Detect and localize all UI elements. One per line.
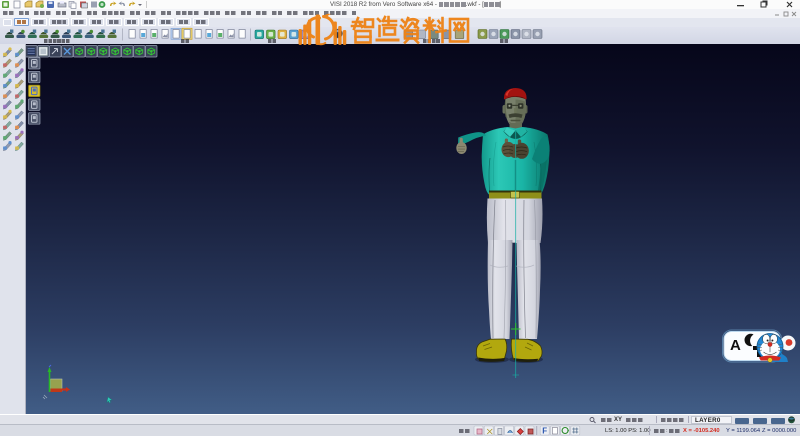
svg-text:F: F	[542, 427, 547, 436]
svg-text:A: A	[730, 337, 741, 354]
